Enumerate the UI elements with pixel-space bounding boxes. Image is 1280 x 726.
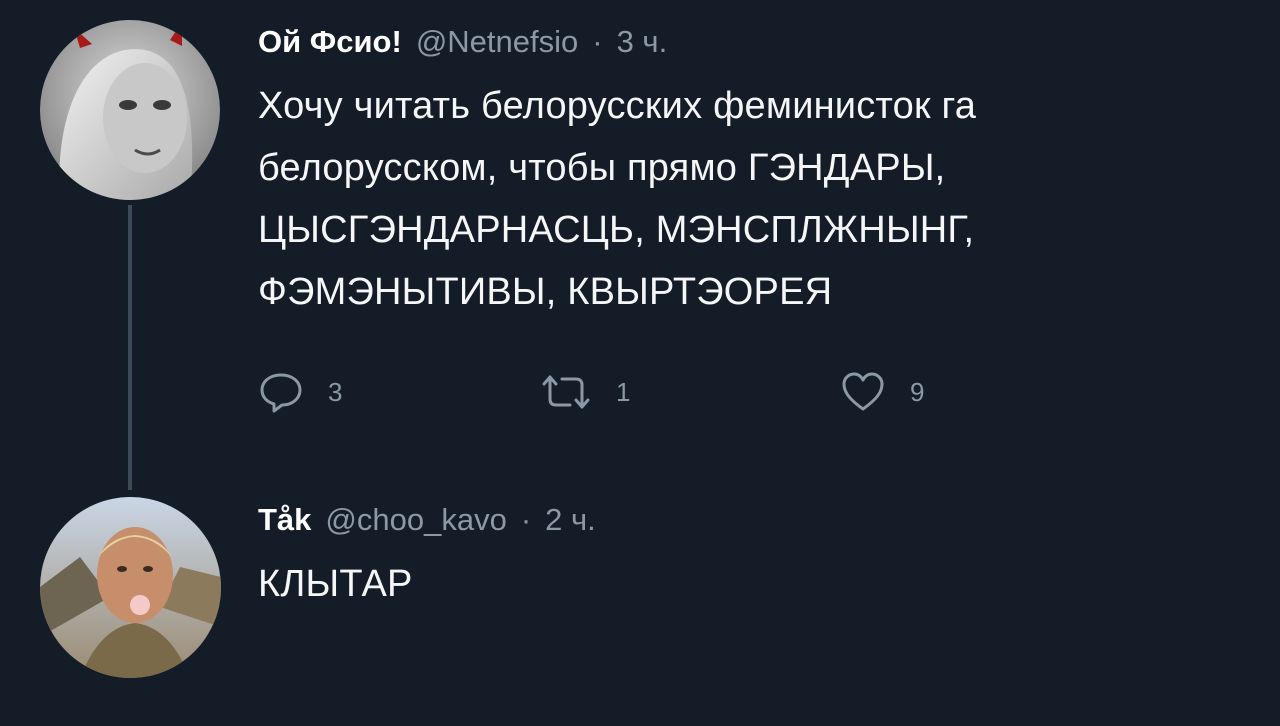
display-name[interactable]: Ой Фсио!	[258, 22, 402, 62]
display-name[interactable]: Tåk	[258, 500, 311, 540]
user-handle[interactable]: @choo_kavo	[325, 500, 506, 540]
tweet-header: Tåk @choo_kavo · 2 ч.	[258, 500, 1248, 540]
tweet-text: Хочу читать белорусских феминисток га бе…	[258, 75, 1248, 323]
retweet-icon	[540, 369, 592, 415]
user-handle[interactable]: @Netnefsio	[416, 22, 578, 62]
separator-dot: ·	[592, 24, 603, 59]
tweet-text-line: белорусском, чтобы прямо ГЭНДАРЫ,	[258, 147, 946, 189]
retweet-count: 1	[616, 376, 631, 407]
tweet-text: КЛЫТАР	[258, 553, 1248, 615]
tweet-text-line: КЛЫТАР	[258, 563, 413, 605]
reply-button[interactable]: 3	[258, 362, 342, 422]
reply-icon	[258, 369, 304, 415]
tweet-text-line: ЦЫСГЭНДАРНАСЦЬ, МЭНСПЛЖНЫНГ,	[258, 209, 975, 251]
tweet-actions: 3 1 9	[258, 362, 1018, 422]
thread-connector-line	[128, 205, 132, 490]
timestamp[interactable]: 3 ч.	[617, 22, 668, 62]
tweet: Tåk @choo_kavo · 2 ч. КЛЫТАР	[258, 500, 1248, 615]
tweet: Ой Фсио! @Netnefsio · 3 ч. Хочу читать б…	[258, 22, 1248, 323]
tweet-text-line: ФЭМЭНЫТИВЫ, КВЫРТЭОРЕЯ	[258, 271, 833, 313]
avatar[interactable]	[40, 497, 221, 678]
like-button[interactable]: 9	[840, 362, 924, 422]
separator-dot: ·	[520, 502, 532, 537]
avatar[interactable]	[40, 20, 220, 200]
like-count: 9	[910, 376, 925, 407]
timestamp[interactable]: 2 ч.	[545, 500, 596, 540]
tweet-thread: Ой Фсио! @Netnefsio · 3 ч. Хочу читать б…	[0, 0, 1280, 726]
tweet-header: Ой Фсио! @Netnefsio · 3 ч.	[258, 22, 1248, 62]
heart-icon	[840, 369, 886, 415]
retweet-button[interactable]: 1	[540, 362, 630, 422]
reply-count: 3	[328, 376, 343, 407]
tweet-text-line: Хочу читать белорусских феминисток га	[258, 85, 977, 127]
